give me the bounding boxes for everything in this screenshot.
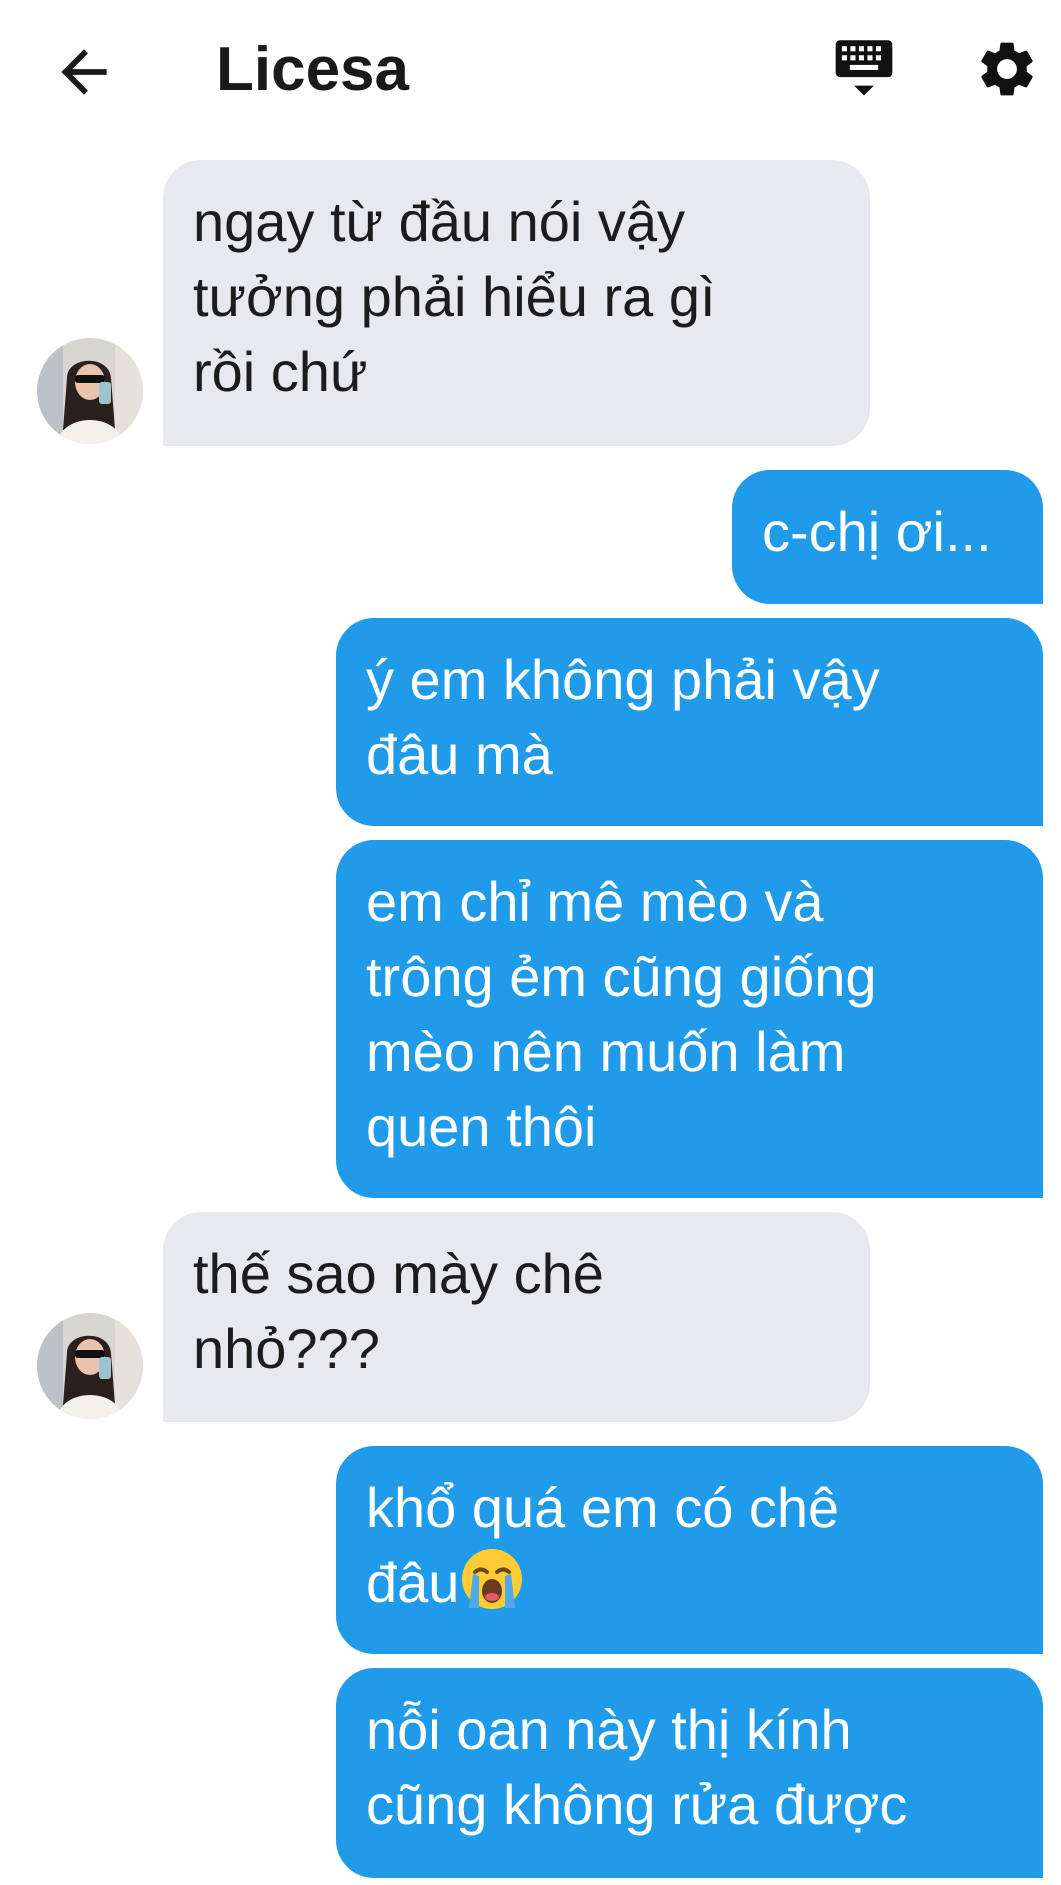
message-bubble-outgoing[interactable]: nỗi oan này thị kính cũng không rửa được <box>336 1668 1043 1878</box>
message-bubble-outgoing[interactable]: khổ quá em có chê đâu <box>336 1446 1043 1654</box>
message-bubble-outgoing[interactable]: em chỉ mê mèo và trông ẻm cũng giống mèo… <box>336 840 1043 1198</box>
avatar-photo <box>37 1313 143 1419</box>
message-bubble-outgoing[interactable]: ý em không phải vậy đâu mà <box>336 618 1043 826</box>
message-text: khổ quá em có chê đâu <box>366 1476 840 1614</box>
avatar-photo <box>37 338 143 444</box>
message-bubble-outgoing[interactable]: c-chị ơi... <box>732 470 1043 604</box>
message-bubble-incoming[interactable]: thế sao mày chê nhỏ??? <box>163 1212 870 1422</box>
message-list[interactable]: ngay từ đầu nói vậy tưởng phải hiểu ra g… <box>0 0 1061 1885</box>
avatar[interactable] <box>37 1313 143 1419</box>
loudly-crying-face-icon <box>459 1546 525 1612</box>
chat-screen: Licesa ngay từ đầu nói vậy tưởng phải hi… <box>0 0 1061 1885</box>
message-bubble-incoming[interactable]: ngay từ đầu nói vậy tưởng phải hiểu ra g… <box>163 160 870 446</box>
avatar[interactable] <box>37 338 143 444</box>
